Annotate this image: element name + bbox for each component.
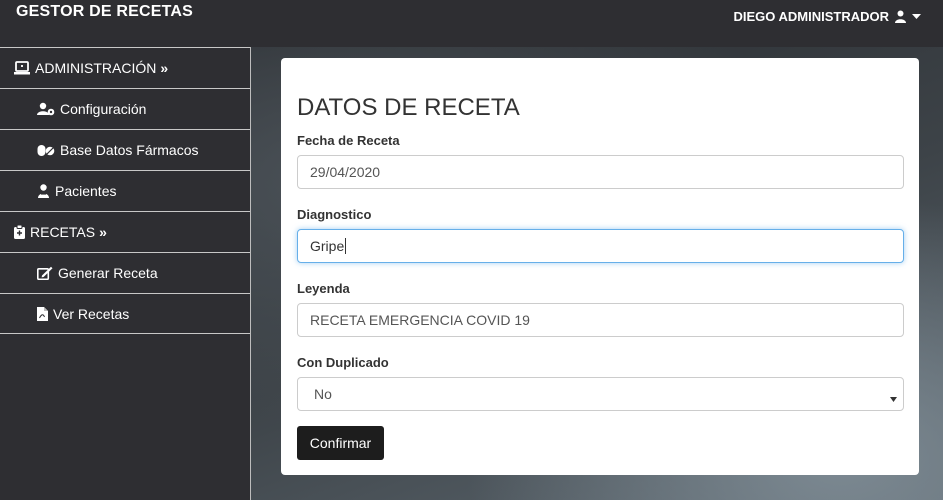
sidebar-item-ver-recetas[interactable]: Ver Recetas (0, 293, 250, 334)
sidebar-item-label: Pacientes (55, 183, 117, 199)
duplicado-select[interactable]: No (297, 377, 904, 411)
double-chevron-right-icon: » (99, 224, 107, 240)
sidebar-item-label: ADMINISTRACIÓN (35, 60, 157, 76)
user-injured-icon (37, 184, 50, 198)
double-chevron-right-icon: » (160, 60, 169, 76)
diagnostico-label: Diagnostico (297, 207, 372, 222)
sidebar-item-label: Base Datos Fármacos (60, 142, 199, 158)
user-icon (894, 10, 907, 23)
caret-down-icon (912, 13, 921, 20)
duplicado-value: No (314, 386, 332, 402)
fecha-value: 29/04/2020 (310, 164, 381, 180)
duplicado-label: Con Duplicado (297, 355, 389, 370)
leyenda-value: RECETA EMERGENCIA COVID 19 (310, 312, 530, 328)
sidebar-item-label: RECETAS (30, 224, 96, 240)
sidebar-item-configuracion[interactable]: Configuración (0, 88, 250, 129)
diagnostico-value: Gripe (310, 238, 345, 254)
clipboard-icon (14, 225, 25, 239)
text-caret (345, 238, 347, 254)
leyenda-input[interactable]: RECETA EMERGENCIA COVID 19 (297, 303, 904, 337)
fecha-input[interactable]: 29/04/2020 (297, 155, 904, 189)
file-pdf-icon (37, 306, 48, 321)
sidebar: ADMINISTRACIÓN » Configuración Base Dato… (0, 47, 251, 500)
top-navbar: GESTOR DE RECETAS DIEGO ADMINISTRADOR (0, 0, 943, 47)
user-menu[interactable]: DIEGO ADMINISTRADOR (733, 9, 921, 24)
user-name: DIEGO ADMINISTRADOR (733, 9, 889, 24)
confirmar-button[interactable]: Confirmar (297, 426, 384, 460)
leyenda-label: Leyenda (297, 281, 350, 296)
users-cog-icon (37, 102, 55, 116)
edit-icon (37, 266, 53, 280)
fecha-label: Fecha de Receta (297, 133, 400, 148)
sidebar-item-label: Ver Recetas (53, 305, 130, 322)
diagnostico-input[interactable]: Gripe (297, 229, 904, 263)
select-arrow-icon (890, 390, 897, 406)
laptop-icon (14, 61, 30, 75)
sidebar-item-generar-receta[interactable]: Generar Receta (0, 252, 250, 293)
app-title[interactable]: GESTOR DE RECETAS (16, 3, 193, 21)
sidebar-item-base-datos-farmacos[interactable]: Base Datos Fármacos (0, 129, 250, 170)
form-card: DATOS DE RECETA Fecha de Receta 29/04/20… (281, 58, 919, 475)
sidebar-item-administracion[interactable]: ADMINISTRACIÓN » (0, 47, 250, 88)
sidebar-item-label: Configuración (60, 101, 147, 117)
main-content: DATOS DE RECETA Fecha de Receta 29/04/20… (251, 47, 943, 500)
page-title: DATOS DE RECETA (297, 94, 520, 121)
pills-icon (37, 143, 55, 157)
sidebar-item-recetas[interactable]: RECETAS » (0, 211, 250, 252)
sidebar-item-label: Generar Receta (58, 265, 158, 281)
sidebar-item-pacientes[interactable]: Pacientes (0, 170, 250, 211)
